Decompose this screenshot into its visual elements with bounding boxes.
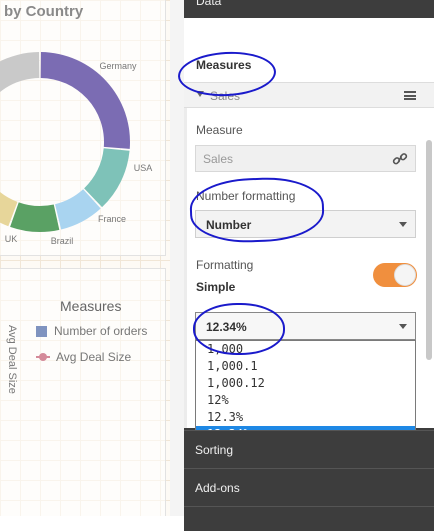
number-formatting-label: Number formatting: [196, 189, 296, 203]
panel-scrollbar[interactable]: [426, 140, 432, 360]
panel-tab-bar: Data: [184, 0, 434, 14]
section-next[interactable]: [184, 506, 434, 531]
formatting-label: Formatting: [196, 258, 254, 272]
legend-line-dot-icon: [36, 352, 50, 362]
measure-item-header[interactable]: Sales: [184, 82, 434, 108]
donut-segment-label: France: [98, 214, 126, 224]
format-pattern-value: 12.34%: [206, 320, 247, 334]
measure-field-label: Measure: [196, 123, 243, 137]
format-pattern-dropdown: 1,0001,000.11,000.1212%12.3%12.34%: [195, 340, 416, 443]
sheet-canvas: by Country Germany USA France Brazil UK Meas…: [0, 0, 180, 516]
donut-segment[interactable]: [10, 202, 60, 233]
divider: [170, 0, 184, 516]
format-option[interactable]: 1,000.12: [196, 375, 415, 392]
link-icon[interactable]: [392, 152, 408, 166]
tab-data[interactable]: Data: [196, 0, 221, 8]
number-formatting-select[interactable]: Number: [195, 210, 416, 238]
measures-section-title: Measures: [196, 58, 252, 72]
legend-item-deal-size: Avg Deal Size: [36, 350, 131, 364]
donut-segment-label: UK: [5, 234, 18, 244]
donut-chart[interactable]: Germany USA France Brazil UK: [0, 0, 170, 260]
formatting-mode-label: Simple: [196, 280, 236, 294]
donut-segment[interactable]: [0, 52, 40, 178]
format-pattern-select[interactable]: 12.34%: [195, 312, 416, 340]
formatting-toggle[interactable]: [373, 263, 417, 287]
section-sorting[interactable]: Sorting: [184, 430, 434, 467]
section-add-ons[interactable]: Add-ons: [184, 468, 434, 505]
measure-expression-value: Sales: [203, 152, 234, 166]
chevron-down-icon[interactable]: [196, 91, 204, 97]
number-formatting-value: Number: [206, 218, 252, 232]
legend-label: Avg Deal Size: [56, 350, 132, 364]
caret-down-icon: [399, 222, 407, 227]
format-option[interactable]: 12.3%: [196, 409, 415, 426]
toggle-knob: [394, 264, 416, 286]
donut-segment-label: Brazil: [51, 236, 74, 246]
format-option[interactable]: 1,000.1: [196, 358, 415, 375]
format-option[interactable]: 1,000: [196, 341, 415, 358]
legend-item-orders: Number of orders: [36, 324, 147, 338]
caret-down-icon: [399, 324, 407, 329]
hamburger-icon[interactable]: [404, 91, 416, 100]
donut-segment-label: USA: [134, 163, 153, 173]
measure-expression-field[interactable]: Sales: [195, 145, 416, 172]
donut-segment-label: Germany: [99, 61, 137, 71]
y-axis-label: Avg Deal Size: [6, 325, 18, 394]
measures-chart-heading: Measures: [60, 298, 122, 314]
format-option[interactable]: 12%: [196, 392, 415, 409]
measure-item-label: Sales: [210, 89, 241, 103]
properties-panel: Data Measures Sales Measure Sales Number…: [184, 0, 434, 531]
legend-square-icon: [36, 325, 47, 337]
legend-label: Number of orders: [54, 324, 148, 338]
